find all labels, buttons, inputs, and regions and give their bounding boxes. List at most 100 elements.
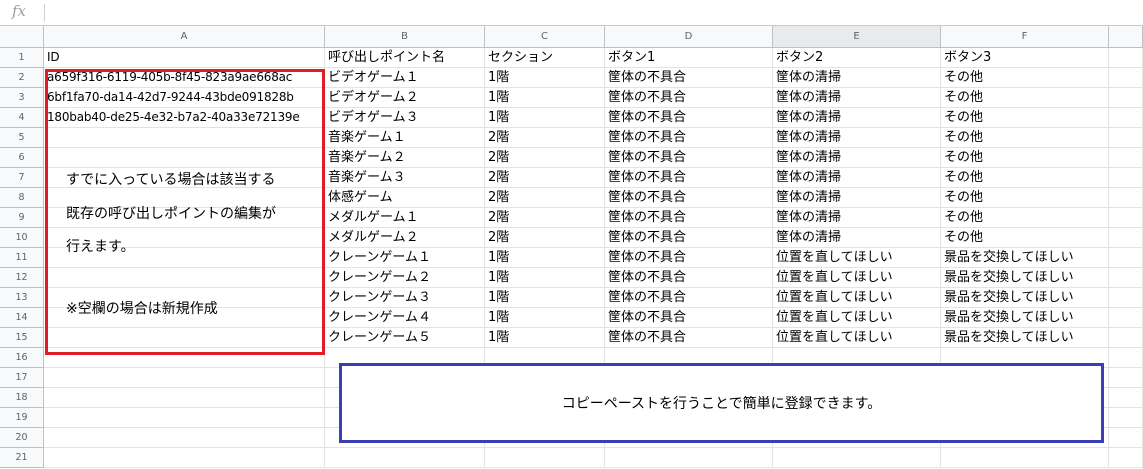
cell-f8[interactable]: その他: [941, 188, 1109, 208]
cell-blank[interactable]: [1109, 208, 1143, 228]
cell-d12[interactable]: 筐体の不具合: [605, 268, 773, 288]
cell-b5[interactable]: 音楽ゲーム１: [325, 128, 485, 148]
cell-f12[interactable]: 景品を交換してほしい: [941, 268, 1109, 288]
cell-c9[interactable]: 2階: [485, 208, 605, 228]
cell-e1[interactable]: ボタン2: [773, 48, 941, 68]
cell-d15[interactable]: 筐体の不具合: [605, 328, 773, 348]
cell-f3[interactable]: その他: [941, 88, 1109, 108]
cell-d8[interactable]: 筐体の不具合: [605, 188, 773, 208]
column-header-f[interactable]: F: [941, 26, 1109, 48]
cell-blank[interactable]: [1109, 248, 1143, 268]
cell-d10[interactable]: 筐体の不具合: [605, 228, 773, 248]
cell-f21[interactable]: [941, 448, 1109, 468]
cell-b7[interactable]: 音楽ゲーム３: [325, 168, 485, 188]
cell-c21[interactable]: [485, 448, 605, 468]
row-header-8[interactable]: 8: [0, 188, 44, 208]
cell-d3[interactable]: 筐体の不具合: [605, 88, 773, 108]
row-header-2[interactable]: 2: [0, 68, 44, 88]
cell-blank[interactable]: [1109, 268, 1143, 288]
cell-blank[interactable]: [1109, 48, 1143, 68]
cell-f10[interactable]: その他: [941, 228, 1109, 248]
cell-a18[interactable]: [44, 388, 325, 408]
column-header-b[interactable]: B: [325, 26, 485, 48]
cell-blank[interactable]: [1109, 428, 1143, 448]
cell-f9[interactable]: その他: [941, 208, 1109, 228]
cell-c12[interactable]: 1階: [485, 268, 605, 288]
cell-f11[interactable]: 景品を交換してほしい: [941, 248, 1109, 268]
cell-b2[interactable]: ビデオゲーム１: [325, 68, 485, 88]
cell-e4[interactable]: 筐体の清掃: [773, 108, 941, 128]
cell-b10[interactable]: メダルゲーム２: [325, 228, 485, 248]
cell-b15[interactable]: クレーンゲーム５: [325, 328, 485, 348]
row-header-4[interactable]: 4: [0, 108, 44, 128]
cell-d1[interactable]: ボタン1: [605, 48, 773, 68]
cell-blank[interactable]: [1109, 88, 1143, 108]
cell-e15[interactable]: 位置を直してほしい: [773, 328, 941, 348]
cell-f4[interactable]: その他: [941, 108, 1109, 128]
cell-e12[interactable]: 位置を直してほしい: [773, 268, 941, 288]
cell-c11[interactable]: 1階: [485, 248, 605, 268]
cell-a1[interactable]: ID: [44, 48, 325, 68]
cell-b14[interactable]: クレーンゲーム４: [325, 308, 485, 328]
cell-f1[interactable]: ボタン3: [941, 48, 1109, 68]
cell-e21[interactable]: [773, 448, 941, 468]
cell-e8[interactable]: 筐体の清掃: [773, 188, 941, 208]
cell-blank[interactable]: [1109, 308, 1143, 328]
cell-blank[interactable]: [1109, 228, 1143, 248]
cell-d2[interactable]: 筐体の不具合: [605, 68, 773, 88]
cell-e5[interactable]: 筐体の清掃: [773, 128, 941, 148]
cell-b1[interactable]: 呼び出しポイント名: [325, 48, 485, 68]
cell-e2[interactable]: 筐体の清掃: [773, 68, 941, 88]
cell-blank[interactable]: [1109, 368, 1143, 388]
row-header-15[interactable]: 15: [0, 328, 44, 348]
cell-a19[interactable]: [44, 408, 325, 428]
cell-blank[interactable]: [1109, 188, 1143, 208]
cell-c3[interactable]: 1階: [485, 88, 605, 108]
cell-b12[interactable]: クレーンゲーム２: [325, 268, 485, 288]
column-header-e[interactable]: E: [773, 26, 941, 48]
row-header-20[interactable]: 20: [0, 428, 44, 448]
cell-b9[interactable]: メダルゲーム１: [325, 208, 485, 228]
cell-blank[interactable]: [1109, 408, 1143, 428]
cell-f14[interactable]: 景品を交換してほしい: [941, 308, 1109, 328]
cell-d9[interactable]: 筐体の不具合: [605, 208, 773, 228]
cell-a20[interactable]: [44, 428, 325, 448]
row-header-11[interactable]: 11: [0, 248, 44, 268]
row-header-19[interactable]: 19: [0, 408, 44, 428]
cell-c1[interactable]: セクション: [485, 48, 605, 68]
column-header-a[interactable]: A: [44, 26, 325, 48]
cell-blank[interactable]: [1109, 328, 1143, 348]
cell-blank[interactable]: [1109, 108, 1143, 128]
cell-e14[interactable]: 位置を直してほしい: [773, 308, 941, 328]
row-header-14[interactable]: 14: [0, 308, 44, 328]
row-header-1[interactable]: 1: [0, 48, 44, 68]
cell-f5[interactable]: その他: [941, 128, 1109, 148]
cell-f13[interactable]: 景品を交換してほしい: [941, 288, 1109, 308]
row-header-16[interactable]: 16: [0, 348, 44, 368]
cell-blank[interactable]: [1109, 388, 1143, 408]
row-header-10[interactable]: 10: [0, 228, 44, 248]
cell-e3[interactable]: 筐体の清掃: [773, 88, 941, 108]
row-header-21[interactable]: 21: [0, 448, 44, 468]
cell-blank[interactable]: [1109, 168, 1143, 188]
cell-e10[interactable]: 筐体の清掃: [773, 228, 941, 248]
cell-b13[interactable]: クレーンゲーム３: [325, 288, 485, 308]
row-header-13[interactable]: 13: [0, 288, 44, 308]
column-header-d[interactable]: D: [605, 26, 773, 48]
cell-b8[interactable]: 体感ゲーム: [325, 188, 485, 208]
cell-e6[interactable]: 筐体の清掃: [773, 148, 941, 168]
cell-d14[interactable]: 筐体の不具合: [605, 308, 773, 328]
cell-d4[interactable]: 筐体の不具合: [605, 108, 773, 128]
row-header-17[interactable]: 17: [0, 368, 44, 388]
cell-blank[interactable]: [1109, 288, 1143, 308]
cell-blank[interactable]: [1109, 148, 1143, 168]
cell-d7[interactable]: 筐体の不具合: [605, 168, 773, 188]
cell-a21[interactable]: [44, 448, 325, 468]
cell-f6[interactable]: その他: [941, 148, 1109, 168]
cell-e9[interactable]: 筐体の清掃: [773, 208, 941, 228]
select-all-corner[interactable]: [0, 26, 44, 48]
cell-d21[interactable]: [605, 448, 773, 468]
cell-d5[interactable]: 筐体の不具合: [605, 128, 773, 148]
row-header-6[interactable]: 6: [0, 148, 44, 168]
cell-e11[interactable]: 位置を直してほしい: [773, 248, 941, 268]
